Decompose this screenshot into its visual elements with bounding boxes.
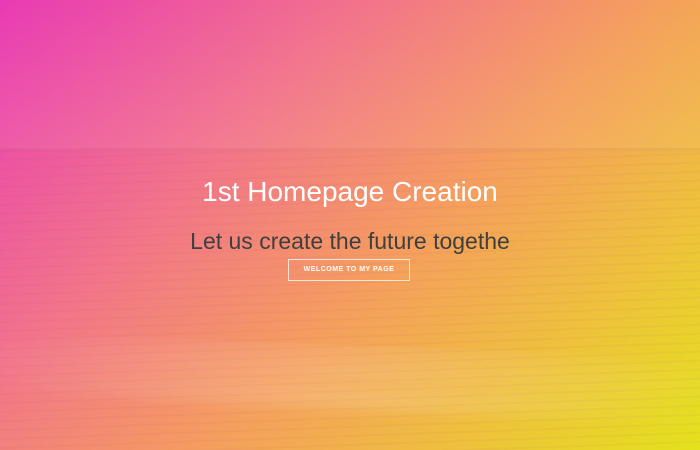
sky-background [0, 0, 700, 150]
hero-section: 1st Homepage Creation Let us create the … [0, 0, 700, 450]
hero-title: 1st Homepage Creation [202, 176, 498, 207]
welcome-button[interactable]: WELCOME TO MY PAGE [288, 259, 410, 281]
hero-subtitle: Let us create the future togethe [190, 228, 510, 254]
